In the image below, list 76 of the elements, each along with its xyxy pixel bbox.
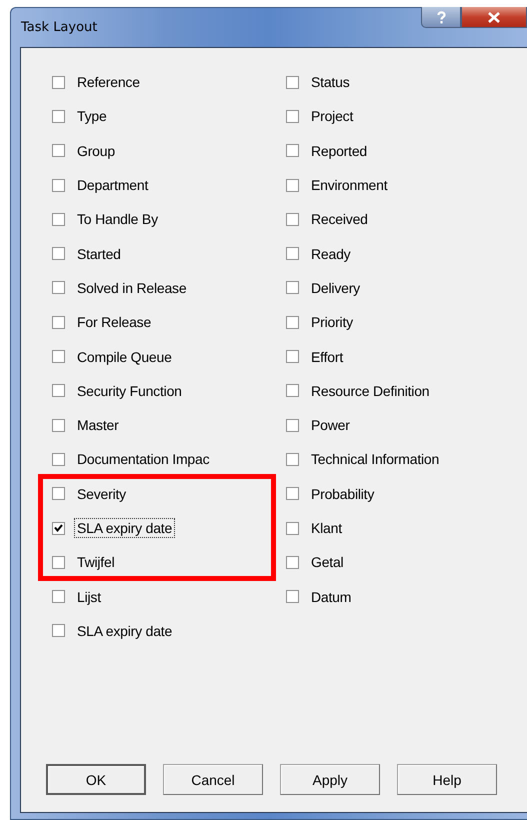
checkbox-label[interactable]: Received (308, 209, 371, 230)
checkbox-label[interactable]: Effort (308, 346, 346, 367)
checkbox-label[interactable]: SLA expiry date (74, 620, 176, 641)
checkbox[interactable] (52, 487, 65, 500)
checkbox[interactable] (286, 556, 299, 569)
checkbox-label[interactable]: Lijst (74, 586, 104, 607)
checkbox-label[interactable]: Status (308, 72, 352, 92)
checkbox[interactable] (286, 350, 299, 364)
checkbox[interactable] (52, 624, 65, 638)
checkbox-label[interactable]: Priority (308, 312, 356, 332)
checkbox[interactable] (52, 212, 65, 226)
checkbox-label[interactable]: Datum (308, 586, 354, 607)
checkbox-label[interactable]: Getal (308, 552, 346, 572)
checkbox[interactable] (52, 178, 65, 192)
checkbox[interactable] (52, 556, 65, 569)
checkbox[interactable] (52, 384, 65, 398)
checkbox-label[interactable]: Ready (308, 244, 354, 264)
checkbox[interactable] (286, 452, 299, 466)
checkbox-label[interactable]: Group (74, 140, 118, 161)
checkbox-label[interactable]: Reference (74, 72, 143, 92)
checkbox-label[interactable]: Started (74, 244, 124, 264)
checkbox-label[interactable]: Power (308, 415, 353, 436)
checkbox[interactable] (52, 110, 65, 123)
checkbox[interactable] (286, 384, 299, 398)
checkbox[interactable] (286, 247, 299, 260)
checkbox[interactable] (286, 316, 299, 329)
question-mark-icon (436, 10, 446, 24)
dialog-button[interactable]: Cancel (163, 764, 263, 795)
checkbox[interactable] (52, 522, 65, 534)
checkbox[interactable] (286, 487, 299, 500)
checkbox-label[interactable]: Environment (308, 175, 390, 196)
checkbox[interactable] (52, 76, 65, 89)
dialog-button[interactable]: OK (46, 764, 146, 795)
checkbox[interactable] (52, 247, 65, 260)
checkbox-label[interactable]: Severity (74, 484, 129, 504)
checkbox-label[interactable]: Klant (308, 518, 345, 538)
checkbox-label[interactable]: Security Function (74, 380, 185, 401)
checkbox[interactable] (52, 316, 65, 329)
checkbox[interactable] (52, 281, 65, 294)
checkbox-label[interactable]: For Release (74, 312, 154, 332)
checkbox[interactable] (52, 452, 65, 466)
checkbox[interactable] (286, 590, 299, 604)
close-button[interactable] (461, 7, 527, 28)
checkbox[interactable] (286, 76, 299, 89)
checkbox[interactable] (286, 418, 299, 432)
checkbox-label[interactable]: Probability (308, 484, 378, 504)
checkbox-label[interactable]: Technical Information (308, 449, 442, 470)
checkbox[interactable] (52, 144, 65, 158)
checkbox-label[interactable]: Project (308, 106, 356, 126)
checkbox[interactable] (286, 522, 299, 534)
checkbox-label[interactable]: Delivery (308, 278, 363, 298)
checkbox[interactable] (286, 178, 299, 192)
check-icon (54, 524, 63, 532)
checkbox-label[interactable]: Reported (308, 140, 370, 161)
checkbox-label[interactable]: Resource Definition (308, 380, 432, 401)
window-title: Task Layout (21, 20, 98, 35)
checkbox-label[interactable]: Twijfel (74, 552, 118, 572)
checkbox-label[interactable]: Documentation Impac (74, 449, 212, 470)
checkbox[interactable] (286, 281, 299, 294)
checkbox[interactable] (286, 110, 299, 123)
checkbox[interactable] (52, 590, 65, 604)
checkbox-label[interactable]: Solved in Release (74, 278, 190, 298)
checkbox[interactable] (52, 350, 65, 364)
dialog-button[interactable]: Help (397, 764, 497, 795)
checkbox[interactable] (52, 418, 65, 432)
close-icon (488, 12, 500, 22)
checkbox[interactable] (286, 212, 299, 226)
checkbox-label[interactable]: Type (74, 106, 110, 126)
checkbox[interactable] (286, 144, 299, 158)
checkbox-label[interactable]: Department (74, 175, 152, 196)
checkbox-label[interactable]: Master (74, 415, 122, 436)
dialog-button[interactable]: Apply (280, 764, 380, 795)
checkbox-label[interactable]: SLA expiry date (74, 518, 176, 538)
checkbox-label[interactable]: Compile Queue (74, 346, 175, 367)
help-button[interactable] (421, 7, 461, 28)
checkbox-label[interactable]: To Handle By (74, 209, 161, 230)
